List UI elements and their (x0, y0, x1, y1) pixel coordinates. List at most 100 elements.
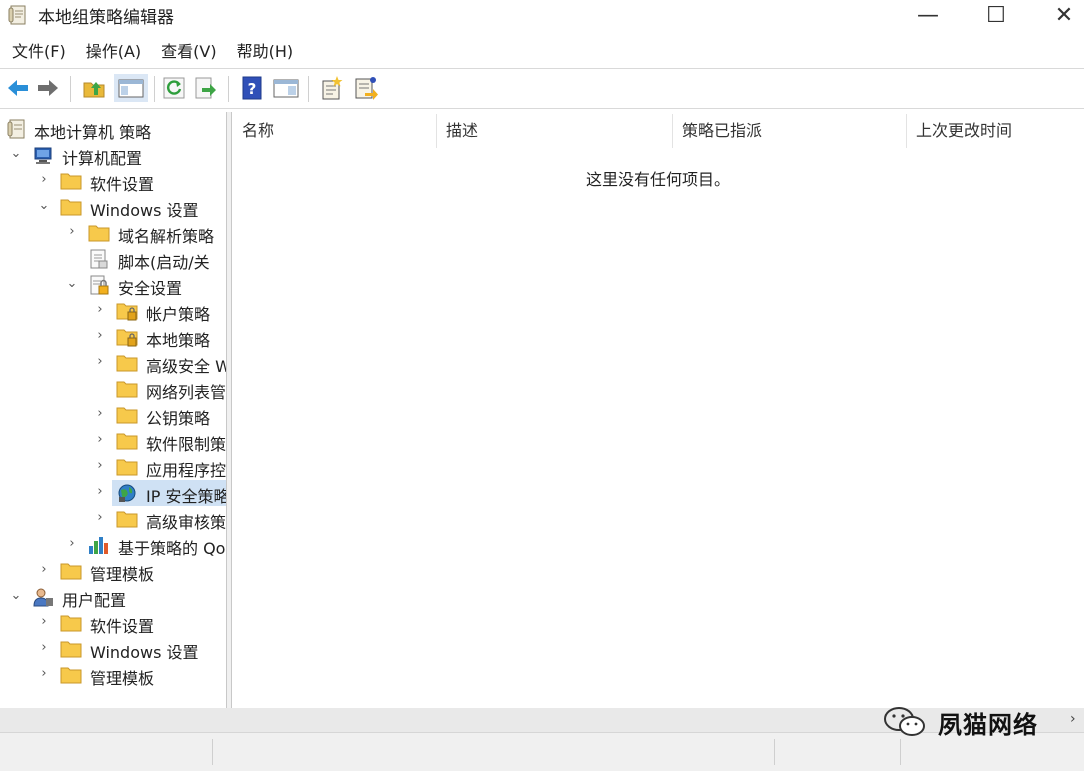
tree-item-scripts[interactable]: 脚本(启动/关 (0, 246, 226, 272)
maximize-button[interactable]: ☐ (962, 0, 1030, 30)
refresh-icon (163, 77, 185, 99)
help-button[interactable]: ? (238, 74, 266, 102)
chevron-right-icon[interactable]: › (38, 640, 50, 656)
chevron-right-icon[interactable]: › (38, 614, 50, 630)
chevron-right-icon[interactable]: › (94, 510, 106, 526)
menu-action[interactable]: 操作(A) (74, 38, 141, 66)
menu-view[interactable]: 查看(V) (149, 38, 216, 66)
show-hide-console-tree-button[interactable] (114, 74, 148, 102)
tree-item-label: 管理模板 (90, 669, 155, 688)
tree-item-label: IP 安全策略 (146, 487, 226, 506)
tree-item-computer-configuration[interactable]: ⌄ 计算机配置 (0, 142, 226, 168)
tree-item-windows-settings[interactable]: ⌄ Windows 设置 (0, 194, 226, 220)
chevron-down-icon[interactable]: ⌄ (38, 198, 50, 214)
tree-item-account-policies[interactable]: › 帐户策略 (0, 298, 226, 324)
tree-item-label: 本地计算机 策略 (34, 123, 152, 142)
tree-item-user-administrative-templates[interactable]: › 管理模板 (0, 662, 226, 688)
maximize-icon: ☐ (986, 2, 1006, 28)
tree-item-advanced-audit-policy[interactable]: › 高级审核策略 (0, 506, 226, 532)
toolbar-bottom-divider (0, 108, 1084, 109)
empty-list-message: 这里没有任何项目。 (585, 170, 730, 189)
tree-item-application-control-policies[interactable]: › 应用程序控制策略 (0, 454, 226, 480)
chevron-right-icon[interactable]: › (38, 666, 50, 682)
new-policy-button[interactable] (318, 74, 346, 102)
tree-item-label: Windows 设置 (90, 643, 199, 662)
status-divider (774, 739, 775, 765)
title-bar: 本地组策略编辑器 — ☐ ✕ (0, 0, 1084, 32)
chevron-right-icon[interactable]: › (38, 562, 50, 578)
group-policy-app-icon (8, 5, 26, 25)
folder-icon (116, 459, 138, 476)
tree-item-administrative-templates[interactable]: › 管理模板 (0, 558, 226, 584)
tree-item-software-settings[interactable]: › 软件设置 (0, 168, 226, 194)
column-divider[interactable] (436, 114, 437, 148)
chevron-right-icon[interactable]: › (94, 354, 106, 370)
tree-item-label: Windows 设置 (90, 201, 199, 220)
menu-help[interactable]: 帮助(H) (225, 38, 294, 66)
tree-item-software-restriction-policies[interactable]: › 软件限制策略 (0, 428, 226, 454)
tree-item-local-policies[interactable]: › 本地策略 (0, 324, 226, 350)
chevron-right-icon[interactable]: › (38, 172, 50, 188)
toolbar-top-divider (0, 68, 1084, 69)
menu-file[interactable]: 文件(F) (0, 38, 66, 66)
folder-icon (116, 381, 138, 398)
wechat-logo-icon (884, 707, 925, 736)
close-button[interactable]: ✕ (1030, 0, 1084, 30)
locked-folder-icon (116, 303, 138, 321)
up-one-level-button[interactable] (80, 74, 108, 102)
help-icon: ? (242, 76, 262, 100)
chevron-down-icon[interactable]: ⌄ (10, 588, 22, 604)
scroll-right-arrow-icon[interactable]: › (1070, 711, 1076, 727)
chevron-down-icon[interactable]: ⌄ (66, 276, 78, 292)
chevron-right-icon[interactable]: › (66, 536, 78, 552)
watermark-text: 夙猫网络 (938, 710, 1038, 739)
chevron-down-icon[interactable]: ⌄ (10, 146, 22, 162)
tree-item-name-resolution-policy[interactable]: › 域名解析策略 (0, 220, 226, 246)
chevron-right-icon[interactable]: › (94, 328, 106, 344)
column-header-policy-assigned[interactable]: 策略已指派 (682, 112, 762, 150)
tree-item-local-computer-policy[interactable]: 本地计算机 策略 (0, 116, 226, 142)
back-button[interactable] (4, 74, 32, 102)
tree-item-label: 网络列表管理器 (146, 383, 226, 402)
chevron-right-icon[interactable]: › (66, 224, 78, 240)
show-hide-console-tree-icon (118, 79, 144, 98)
tree-item-advanced-security-firewall[interactable]: › 高级安全 Windows (0, 350, 226, 376)
tree-item-public-key-policies[interactable]: › 公钥策略 (0, 402, 226, 428)
tree-item-ip-security-policies[interactable]: › IP 安全策略 (0, 480, 226, 506)
watermark: 夙猫网络 (882, 702, 1038, 742)
chevron-right-icon[interactable]: › (94, 484, 106, 500)
properties-button[interactable] (352, 74, 380, 102)
chevron-right-icon[interactable]: › (94, 432, 106, 448)
export-list-icon (195, 77, 216, 99)
export-list-button[interactable] (192, 74, 220, 102)
folder-icon (116, 511, 138, 528)
tree-item-label: 脚本(启动/关 (118, 253, 210, 272)
column-header-description[interactable]: 描述 (446, 112, 478, 150)
chevron-right-icon[interactable]: › (94, 302, 106, 318)
chevron-right-icon[interactable]: › (94, 458, 106, 474)
column-header-name[interactable]: 名称 (242, 112, 274, 150)
ip-security-globe-icon (118, 484, 136, 502)
tree-item-network-list-manager[interactable]: 网络列表管理器 (0, 376, 226, 402)
column-divider[interactable] (906, 114, 907, 148)
user-icon (33, 588, 53, 607)
tree-item-user-windows-settings[interactable]: › Windows 设置 (0, 636, 226, 662)
tree-item-user-software-settings[interactable]: › 软件设置 (0, 610, 226, 636)
tree-item-label: 高级安全 Windows (146, 357, 226, 376)
tree-item-user-configuration[interactable]: ⌄ 用户配置 (0, 584, 226, 610)
column-header-last-modified[interactable]: 上次更改时间 (916, 112, 1012, 150)
minimize-button[interactable]: — (894, 0, 962, 30)
status-divider (900, 739, 901, 765)
column-divider[interactable] (672, 114, 673, 148)
tree-item-policy-based-qos[interactable]: › 基于策略的 QoS (0, 532, 226, 558)
folder-icon (60, 615, 82, 632)
policy-scroll-icon (7, 119, 25, 139)
chevron-right-icon[interactable]: › (94, 406, 106, 422)
refresh-button[interactable] (160, 74, 188, 102)
show-hide-action-pane-button[interactable] (272, 74, 300, 102)
tree-item-label: 高级审核策略 (146, 513, 226, 532)
tree-item-label: 公钥策略 (146, 409, 211, 428)
forward-icon (38, 80, 58, 96)
forward-button[interactable] (34, 74, 62, 102)
tree-item-security-settings[interactable]: ⌄ 安全设置 (0, 272, 226, 298)
